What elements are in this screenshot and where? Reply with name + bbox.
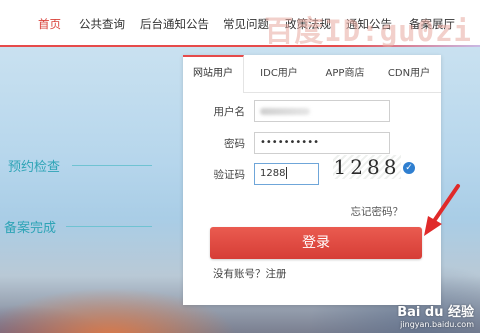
step-line (66, 226, 152, 227)
login-panel: 网站用户 IDC用户 APP商店 CDN用户 用户名 密码 ••••••••••… (183, 55, 441, 305)
watermark-text: 百度ID:gu0zi (264, 14, 472, 48)
captcha-image[interactable]: 1288 (333, 155, 401, 179)
step-label-appointment: 预约检查 (8, 160, 61, 175)
annotation-arrow-icon (424, 184, 460, 236)
nav-item-faq[interactable]: 常见问题 (223, 16, 269, 32)
captcha-label: 验证码 (213, 169, 246, 181)
watermark-logo: Bai du 经验 (397, 305, 474, 320)
tab-idc-user[interactable]: IDC用户 (249, 55, 309, 92)
text-caret (286, 167, 288, 179)
forgot-password-link[interactable]: 忘记密码？ (351, 204, 404, 219)
login-button[interactable]: 登录 (210, 227, 422, 259)
tab-app-store[interactable]: APP商店 (313, 55, 377, 92)
nav-item-public-query[interactable]: 公共查询 (79, 16, 125, 32)
nav-item-home[interactable]: 首页 (38, 16, 61, 32)
nav-item-backend-notices[interactable]: 后台通知公告 (140, 16, 209, 32)
step-label-completed: 备案完成 (4, 221, 57, 236)
watermark-footer: Bai du 经验 jingyan.baidu.com (397, 301, 474, 329)
step-line (72, 165, 152, 166)
username-input[interactable] (254, 100, 390, 122)
register-link[interactable]: 没有账号？注册 (213, 266, 287, 281)
top-navigation: 首页 公共查询 后台通知公告 常见问题 政策法规 通知公告 备案展厅 百度ID:… (0, 0, 480, 48)
tab-cdn-user[interactable]: CDN用户 (379, 55, 439, 92)
password-input[interactable]: •••••••••• (254, 132, 390, 154)
watermark-url: jingyan.baidu.com (400, 320, 474, 329)
redacted-username (260, 108, 310, 115)
tab-website-user[interactable]: 网站用户 (183, 55, 244, 93)
username-label: 用户名 (213, 106, 246, 118)
checkmark-icon: ✓ (403, 162, 415, 174)
captcha-input[interactable]: 1288 (254, 163, 319, 185)
password-label: 密码 (224, 138, 245, 150)
login-tabs: 网站用户 IDC用户 APP商店 CDN用户 (183, 55, 441, 93)
captcha-input-value: 1288 (260, 168, 286, 179)
